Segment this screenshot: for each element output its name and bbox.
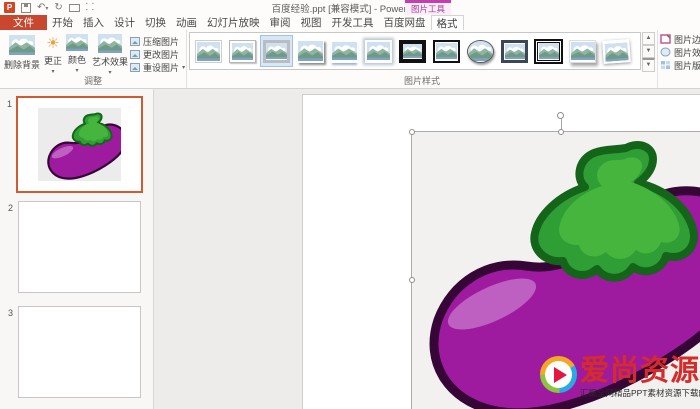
adjust-group: 删除背景 ☀ 更正 ▾ 颜色 ▾ 艺术效果 ▾ 压缩图片 <box>0 30 186 88</box>
start-slideshow-icon[interactable] <box>69 4 80 12</box>
reset-picture-button[interactable]: 重设图片 ▾ <box>130 61 185 73</box>
tab-transitions[interactable]: 切换 <box>140 15 171 30</box>
chevron-down-icon: ▾ <box>182 64 185 71</box>
context-header-label: 图片工具 <box>405 3 451 15</box>
save-icon[interactable] <box>21 3 31 13</box>
slide1-picture <box>38 108 121 181</box>
tab-home[interactable]: 开始 <box>47 15 78 30</box>
picture-tools-context-header: 图片工具 <box>405 0 451 15</box>
resize-handle-middle-left[interactable] <box>409 277 415 283</box>
tab-format[interactable]: 格式 <box>431 15 464 30</box>
picture-style-option[interactable] <box>328 35 361 67</box>
adjust-group-label: 调整 <box>0 74 186 87</box>
slide-thumbnail-2[interactable] <box>18 201 141 293</box>
quick-access-toolbar: P ↶▾ ↻ ⸬ <box>0 0 94 15</box>
compress-pictures-icon <box>130 37 140 46</box>
ribbon-tab-bar: 文件 开始 插入 设计 切换 动画 幻灯片放映 审阅 视图 开发工具 百度网盘 … <box>0 15 700 30</box>
change-picture-icon <box>130 50 140 59</box>
tab-developer[interactable]: 开发工具 <box>327 15 379 30</box>
artistic-effects-icon <box>98 34 122 53</box>
picture-effects-button[interactable]: 图片效果 <box>660 46 700 58</box>
picture-style-option[interactable] <box>600 35 633 67</box>
artistic-effects-button[interactable]: 艺术效果 ▾ <box>90 32 130 75</box>
picture-style-option[interactable] <box>464 35 497 67</box>
tab-animations[interactable]: 动画 <box>171 15 202 30</box>
slide-thumbnail-panel: 1 2 3 <box>0 89 154 409</box>
watermark-tagline: 汇聚全网精品PPT素材资源下载的网站 <box>580 387 700 399</box>
resize-handle-top-left[interactable] <box>409 129 415 135</box>
picture-layout-button[interactable]: 图片版式 <box>660 59 700 71</box>
picture-styles-group: ▲ ▼ ▼ 图片样式 <box>186 30 657 88</box>
picture-style-option[interactable] <box>362 35 395 67</box>
gallery-scroll-down-icon[interactable]: ▼ <box>642 45 655 58</box>
ribbon: 删除背景 ☀ 更正 ▾ 颜色 ▾ 艺术效果 ▾ 压缩图片 <box>0 30 700 89</box>
tab-file[interactable]: 文件 <box>0 15 47 30</box>
gallery-scroll-up-icon[interactable]: ▲ <box>642 32 655 45</box>
resize-handle-top-center[interactable] <box>558 129 564 135</box>
slide-number: 1 <box>7 99 12 109</box>
change-picture-button[interactable]: 更改图片 <box>130 48 185 60</box>
undo-icon[interactable]: ↶▾ <box>37 3 48 13</box>
remove-background-icon <box>9 34 35 56</box>
rotation-stem <box>561 119 562 129</box>
tab-baidu-netdisk[interactable]: 百度网盘 <box>379 15 431 30</box>
rotation-handle[interactable] <box>557 112 564 119</box>
color-icon <box>66 34 88 51</box>
reset-picture-icon <box>130 63 140 72</box>
corrections-button[interactable]: ☀ 更正 ▾ <box>42 32 64 75</box>
picture-styles-buttons: 图片边框 图片效果 图片版式 <box>657 30 700 88</box>
picture-style-option[interactable] <box>192 35 225 67</box>
tab-slideshow[interactable]: 幻灯片放映 <box>202 15 265 30</box>
picture-styles-gallery <box>189 32 641 70</box>
watermark-title: 爱尚资源网 <box>580 356 700 386</box>
powerpoint-logo-icon[interactable]: P <box>4 2 15 13</box>
picture-border-icon <box>660 34 671 44</box>
tab-view[interactable]: 视图 <box>296 15 327 30</box>
chevron-down-icon: ▾ <box>76 67 79 73</box>
tab-review[interactable]: 审阅 <box>265 15 296 30</box>
slide-number: 2 <box>8 203 13 213</box>
picture-style-option[interactable] <box>294 35 327 67</box>
redo-icon[interactable]: ↻ <box>54 3 62 13</box>
document-title: 百度经验.ppt [兼容模式] - PowerPoint <box>0 1 700 15</box>
color-button[interactable]: 颜色 ▾ <box>64 32 90 75</box>
picture-style-option-selected[interactable] <box>260 35 293 67</box>
gallery-more-icon[interactable]: ▼ <box>642 58 655 72</box>
picture-styles-group-label: 图片样式 <box>187 74 657 87</box>
picture-effects-icon <box>660 47 671 57</box>
customize-qat-icon[interactable]: ⸬ <box>86 3 94 13</box>
picture-style-option[interactable] <box>396 35 429 67</box>
picture-style-option[interactable] <box>226 35 259 67</box>
tab-design[interactable]: 设计 <box>109 15 140 30</box>
gallery-scroll-controls: ▲ ▼ ▼ <box>642 32 655 70</box>
picture-layout-icon <box>660 60 671 70</box>
picture-style-option[interactable] <box>566 35 599 67</box>
watermark: 爱尚资源网 汇聚全网精品PPT素材资源下载的网站 <box>540 356 700 399</box>
slide-thumbnail-3[interactable] <box>18 306 141 398</box>
picture-style-option[interactable] <box>430 35 463 67</box>
title-bar: P ↶▾ ↻ ⸬ 百度经验.ppt [兼容模式] - PowerPoint 图片… <box>0 0 700 15</box>
tab-insert[interactable]: 插入 <box>78 15 109 30</box>
watermark-play-logo-icon <box>540 356 577 393</box>
slide-thumbnail-1[interactable] <box>16 96 143 193</box>
picture-border-button[interactable]: 图片边框 <box>660 33 700 45</box>
remove-background-button[interactable]: 删除背景 <box>2 32 42 75</box>
slide-number: 3 <box>8 308 13 318</box>
corrections-icon: ☀ <box>46 34 59 52</box>
picture-style-option[interactable] <box>532 35 565 67</box>
picture-style-option[interactable] <box>498 35 531 67</box>
compress-pictures-button[interactable]: 压缩图片 <box>130 35 185 47</box>
